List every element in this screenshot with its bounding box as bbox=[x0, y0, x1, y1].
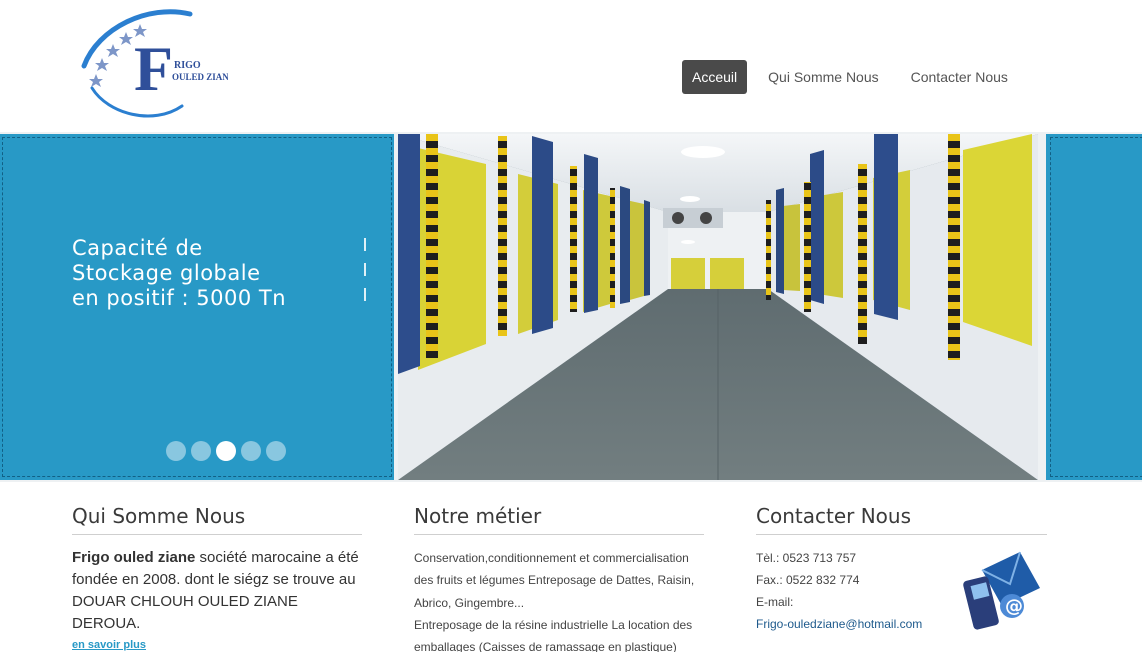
slider-dot-3[interactable] bbox=[216, 441, 236, 461]
contact-section: Contacter Nous Tèl.: 0523 713 757 Fax.: … bbox=[756, 504, 1047, 635]
about-title: Qui Somme Nous bbox=[72, 504, 362, 535]
about-description: Frigo ouled ziane société marocaine a ét… bbox=[72, 547, 362, 635]
cold-storage-photo bbox=[398, 134, 1038, 480]
slide-caption-line: en positif : 5000 Tn bbox=[72, 286, 287, 310]
slider-dot-5[interactable] bbox=[266, 441, 286, 461]
slider-dots bbox=[166, 441, 291, 461]
next-slide-text-peek bbox=[364, 238, 367, 306]
dashed-border bbox=[1050, 137, 1142, 477]
metier-text: Conservation,conditionnement et commerci… bbox=[414, 551, 695, 610]
nav-item-acceuil[interactable]: Acceuil bbox=[682, 60, 748, 94]
slider-dot-4[interactable] bbox=[241, 441, 261, 461]
next-slide-panel bbox=[1046, 134, 1142, 480]
header: F RIGO OULED ZIANE Acceuil Qui Somme Nou… bbox=[0, 0, 1142, 132]
logo-text-2: OULED ZIANE bbox=[172, 72, 228, 82]
slide-caption-line: Stockage globale bbox=[72, 261, 261, 285]
logo-text-1: RIGO bbox=[174, 60, 201, 71]
contact-title: Contacter Nous bbox=[756, 504, 1047, 535]
main-nav: Acceuil Qui Somme Nous Contacter Nous bbox=[682, 60, 1023, 94]
metier-title: Notre métier bbox=[414, 504, 704, 535]
svg-text:@: @ bbox=[1005, 596, 1023, 617]
slide-caption: Capacité de Stockage globale en positif … bbox=[72, 236, 286, 311]
nav-item-contacter-nous[interactable]: Contacter Nous bbox=[901, 60, 1018, 94]
slide-text-panel: Capacité de Stockage globale en positif … bbox=[0, 134, 394, 480]
cold-storage-corridor-image bbox=[398, 134, 1038, 480]
logo-graphic: F RIGO OULED ZIANE bbox=[81, 9, 235, 118]
company-name: Frigo ouled ziane bbox=[72, 549, 196, 566]
logo[interactable]: F RIGO OULED ZIANE bbox=[78, 8, 235, 124]
read-more-link[interactable]: en savoir plus bbox=[72, 639, 146, 651]
phone-email-icon: @ bbox=[962, 548, 1042, 638]
slider-dot-2[interactable] bbox=[191, 441, 211, 461]
about-section: Qui Somme Nous Frigo ouled ziane société… bbox=[72, 504, 362, 652]
metier-section: Notre métier Conservation,conditionnemen… bbox=[414, 504, 704, 652]
metier-text-2: Entreposage de la résine industrielle La… bbox=[414, 617, 693, 652]
logo-letter: F bbox=[134, 33, 173, 104]
nav-item-qui-somme-nous[interactable]: Qui Somme Nous bbox=[758, 60, 888, 94]
slide-caption-line: Capacité de bbox=[72, 236, 203, 260]
image-slider: Capacité de Stockage globale en positif … bbox=[0, 132, 1142, 482]
slider-dot-1[interactable] bbox=[166, 441, 186, 461]
